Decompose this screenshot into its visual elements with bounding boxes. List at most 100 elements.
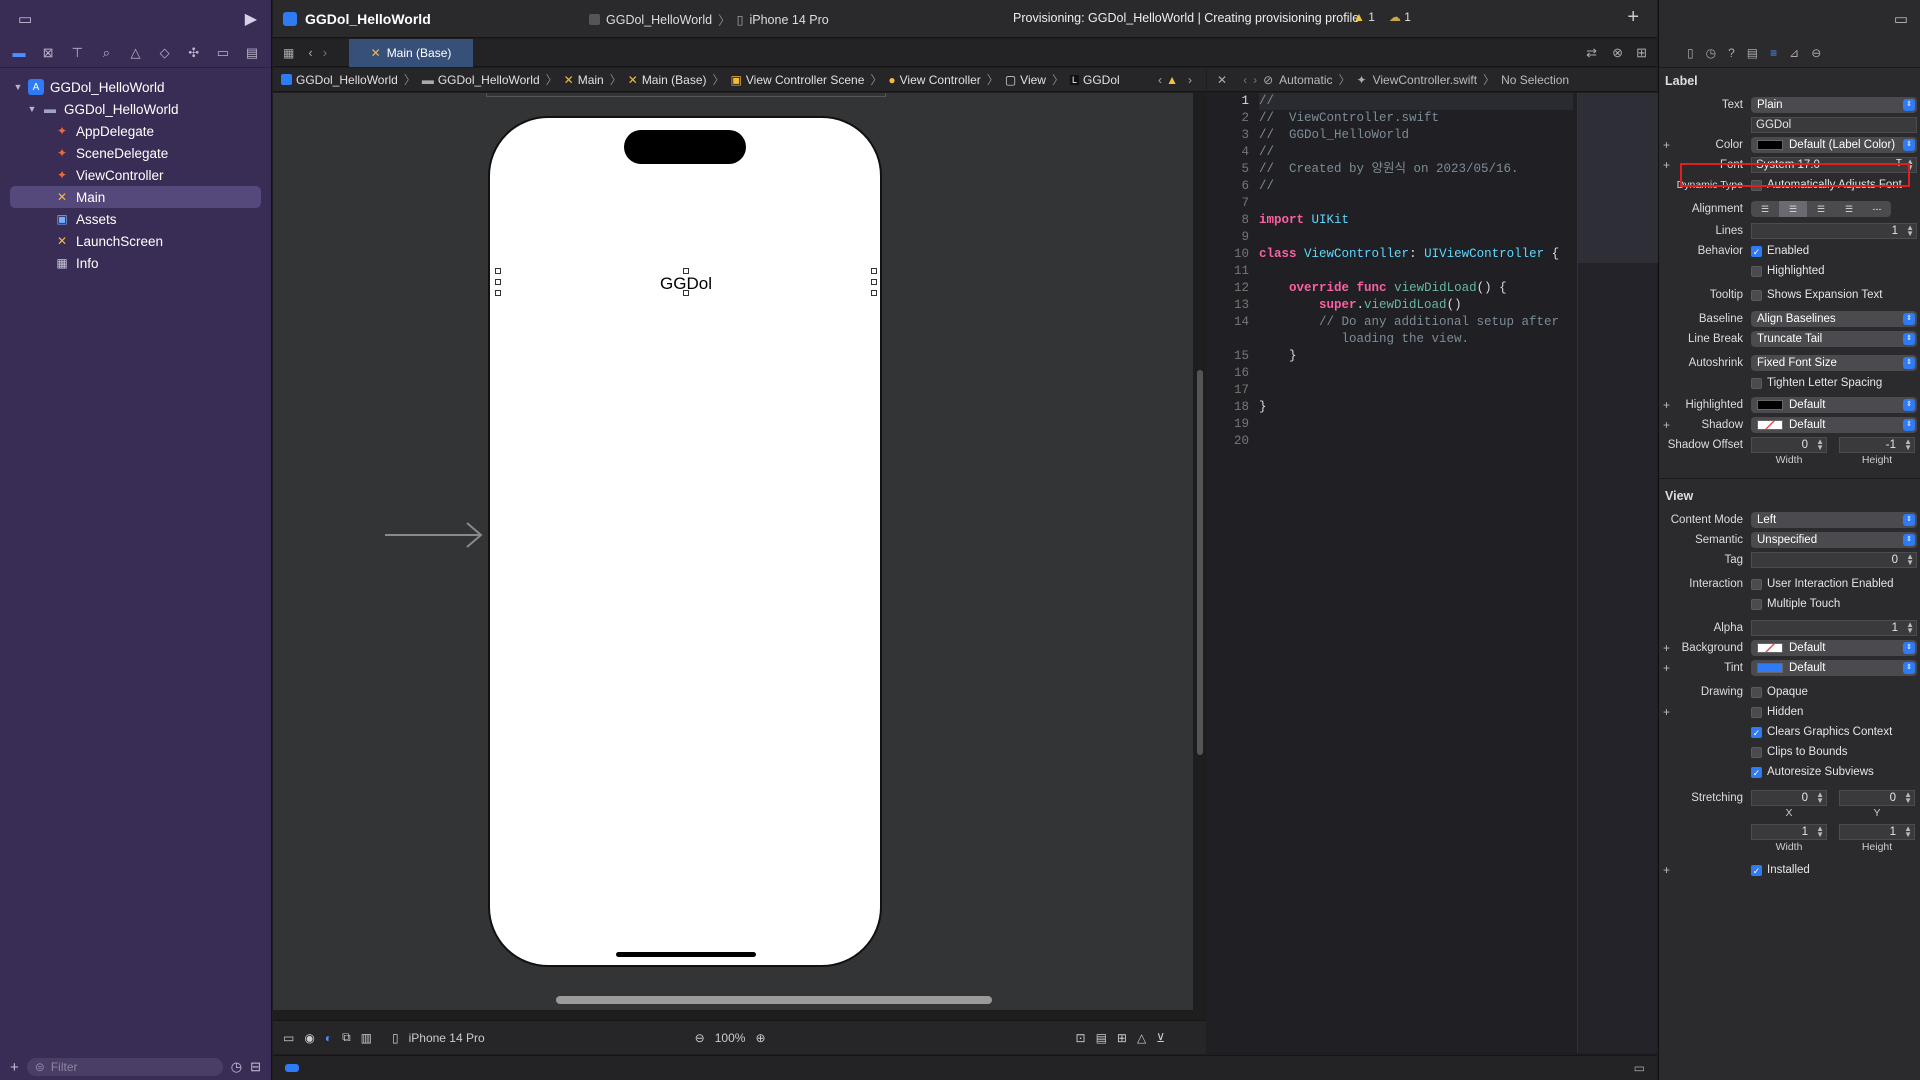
code-line[interactable] xyxy=(1259,433,1573,450)
size-class-icon[interactable]: ▥ xyxy=(361,1031,372,1045)
resize-handle[interactable] xyxy=(871,279,877,285)
stepper-icon[interactable]: ▲ ▼ xyxy=(1816,791,1824,805)
autoresize-checkbox[interactable]: ✓ Autoresize Subviews xyxy=(1751,766,1874,778)
device-name[interactable]: iPhone 14 Pro xyxy=(749,13,828,27)
identity-inspector-icon[interactable]: ▤ xyxy=(1747,46,1758,60)
stepper-icon[interactable]: ▲ ▼ xyxy=(1904,438,1912,452)
code-line[interactable] xyxy=(1259,365,1573,382)
checkbox-icon[interactable] xyxy=(1751,598,1762,610)
code-line[interactable]: // ViewController.swift xyxy=(1259,110,1573,127)
jump-item[interactable]: GGDol_HelloWorld xyxy=(296,73,398,87)
code-line[interactable]: loading the view. xyxy=(1259,331,1573,348)
back-icon[interactable]: ‹ xyxy=(1243,73,1247,87)
checkbox-checked-icon[interactable]: ✓ xyxy=(1751,245,1762,257)
resize-handle[interactable] xyxy=(495,290,501,296)
code-line[interactable]: // GGDol_HelloWorld xyxy=(1259,127,1573,144)
add-variation-icon[interactable]: + xyxy=(1663,863,1670,877)
stepper-icon[interactable]: ▲ ▼ xyxy=(1816,438,1824,452)
code-line[interactable]: override func viewDidLoad() { xyxy=(1259,280,1573,297)
warning-count[interactable]: ▲ 1 xyxy=(1353,10,1375,24)
code-line[interactable]: class ViewController: UIViewController { xyxy=(1259,246,1573,263)
checkbox-icon[interactable] xyxy=(1751,578,1762,590)
assistant-file[interactable]: ViewController.swift xyxy=(1373,73,1477,87)
shadow-popup[interactable]: Default ⇕ xyxy=(1751,417,1917,433)
resize-handle[interactable] xyxy=(871,268,877,274)
code-line[interactable]: } xyxy=(1259,348,1573,365)
vertical-scrollbar[interactable] xyxy=(1197,370,1203,755)
stretch-height-field[interactable]: 1 ▲ ▼ xyxy=(1839,824,1915,840)
align-center-icon[interactable]: ☰ xyxy=(1779,201,1807,217)
device-name[interactable]: iPhone 14 Pro xyxy=(409,1031,485,1045)
checkbox-icon[interactable] xyxy=(1751,706,1762,718)
align-natural-icon[interactable]: --- xyxy=(1863,201,1891,217)
text-type-popup[interactable]: Plain ⇕ xyxy=(1751,97,1917,113)
code-line[interactable]: import UIKit xyxy=(1259,212,1573,229)
stretch-x-field[interactable]: 0 ▲ ▼ xyxy=(1751,790,1827,806)
code-line[interactable]: // xyxy=(1259,144,1573,161)
symbol-icon[interactable]: ⊤ xyxy=(68,44,86,62)
next-issue-icon[interactable]: › xyxy=(1188,73,1192,87)
search-icon[interactable]: ⌕ xyxy=(97,44,115,62)
close-icon[interactable]: ✕ xyxy=(1217,73,1227,87)
code-line[interactable]: // xyxy=(1259,93,1573,110)
tree-item-viewcontroller[interactable]: ✦ ViewController xyxy=(0,164,271,186)
code-line[interactable]: // xyxy=(1259,178,1573,195)
tree-item-launchscreen[interactable]: ✕ LaunchScreen xyxy=(0,230,271,252)
tag-field[interactable]: 0 ▲ ▼ xyxy=(1751,552,1917,568)
tree-item-group[interactable]: ▼ ▬ GGDol_HelloWorld xyxy=(0,98,271,120)
tree-item-scenedelegate[interactable]: ✦ SceneDelegate xyxy=(0,142,271,164)
code-line[interactable]: // Created by 양원식 on 2023/05/16. xyxy=(1259,161,1573,178)
alpha-field[interactable]: 1 ▲ ▼ xyxy=(1751,620,1917,636)
add-constraints-icon[interactable]: ⊞ xyxy=(1117,1031,1127,1045)
attributes-inspector-icon[interactable]: ≡ xyxy=(1770,46,1777,60)
folder-icon[interactable]: ▬ xyxy=(10,44,28,62)
entry-point-arrow-icon[interactable] xyxy=(385,520,485,550)
stretch-y-field[interactable]: 0 ▲ ▼ xyxy=(1839,790,1915,806)
resize-handle[interactable] xyxy=(495,268,501,274)
resize-handle[interactable] xyxy=(495,279,501,285)
checkbox-icon[interactable] xyxy=(1751,686,1762,698)
multiple-touch-checkbox[interactable]: Multiple Touch xyxy=(1751,598,1840,610)
scheme-selector[interactable]: GGDol_HelloWorld 〉 ▯ iPhone 14 Pro xyxy=(589,10,829,29)
history-inspector-icon[interactable]: ◷ xyxy=(1706,46,1716,60)
checkbox-checked-icon[interactable]: ✓ xyxy=(1751,766,1762,778)
tab-main-base[interactable]: ✕ Main (Base) xyxy=(349,39,473,67)
stepper-icon[interactable]: ▲ ▼ xyxy=(1904,825,1912,839)
jump-item[interactable]: Main (Base) xyxy=(642,73,707,87)
zoom-out-icon[interactable]: ⊖ xyxy=(695,1031,705,1045)
forward-icon[interactable]: › xyxy=(323,45,327,60)
add-variation-icon[interactable]: + xyxy=(1663,661,1670,675)
shadow-width-field[interactable]: 0 ▲ ▼ xyxy=(1751,437,1827,453)
highlighted-color-popup[interactable]: Default ⇕ xyxy=(1751,397,1917,413)
clears-context-checkbox[interactable]: ✓ Clears Graphics Context xyxy=(1751,726,1892,738)
forward-icon[interactable]: › xyxy=(1253,73,1257,87)
alignment-control[interactable]: ☰ ☰ ☰ ☰ --- xyxy=(1751,201,1891,217)
report-icon[interactable]: ▤ xyxy=(243,44,261,62)
assistant-icon[interactable]: ⊗ xyxy=(1612,45,1623,61)
resize-handle[interactable] xyxy=(871,290,877,296)
baseline-popup[interactable]: Align Baselines ⇕ xyxy=(1751,311,1917,327)
shadow-height-field[interactable]: -1 ▲ ▼ xyxy=(1839,437,1915,453)
tree-item-info[interactable]: ▦ Info xyxy=(0,252,271,274)
code-line[interactable]: super.viewDidLoad() xyxy=(1259,297,1573,314)
filter-options-icon[interactable]: ⊟ xyxy=(250,1059,261,1075)
resize-handle[interactable] xyxy=(683,290,689,296)
size-inspector-icon[interactable]: ⊿ xyxy=(1789,46,1799,60)
clips-to-bounds-checkbox[interactable]: Clips to Bounds xyxy=(1751,746,1848,758)
embed-icon[interactable]: ⊻ xyxy=(1156,1031,1165,1045)
jump-item[interactable]: View Controller xyxy=(900,73,981,87)
enabled-checkbox[interactable]: ✓ Enabled xyxy=(1751,245,1809,257)
checkbox-icon[interactable] xyxy=(1751,746,1762,758)
minimap[interactable] xyxy=(1577,93,1658,1053)
highlighted-checkbox[interactable]: Highlighted xyxy=(1751,265,1825,277)
update-frames-icon[interactable]: ⊡ xyxy=(1076,1031,1086,1045)
minimap-viewport[interactable] xyxy=(1578,93,1658,263)
stepper-icon[interactable]: ▲ ▼ xyxy=(1904,791,1912,805)
disclosure-icon[interactable]: ▼ xyxy=(26,104,38,114)
horizontal-scrollbar[interactable] xyxy=(556,996,992,1004)
stepper-icon[interactable]: ▲ ▼ xyxy=(1906,621,1914,635)
lines-field[interactable]: 1 ▲ ▼ xyxy=(1751,223,1917,239)
debug-icon[interactable]: ✣ xyxy=(185,44,203,62)
stretch-width-field[interactable]: 1 ▲ ▼ xyxy=(1751,824,1827,840)
background-popup[interactable]: Default ⇕ xyxy=(1751,640,1917,656)
